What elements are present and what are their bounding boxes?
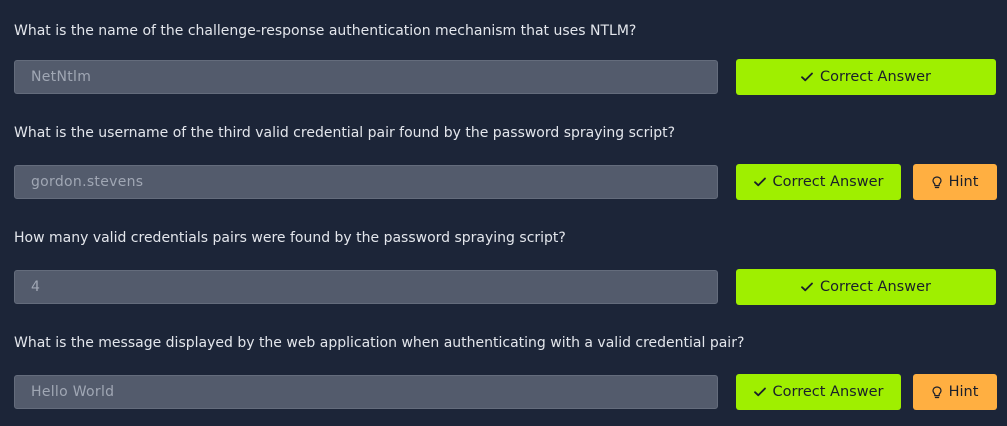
correct-answer-label: Correct Answer	[820, 69, 931, 85]
lightbulb-icon	[931, 385, 942, 399]
question-2-text: What is the username of the third valid …	[14, 125, 676, 141]
hint-button-4[interactable]: Hint	[913, 374, 997, 410]
correct-answer-label: Correct Answer	[820, 279, 931, 295]
question-3-text: How many valid credentials pairs were fo…	[14, 230, 566, 246]
correct-answer-button-4[interactable]: Correct Answer	[736, 374, 901, 410]
check-icon	[753, 387, 766, 397]
correct-answer-button-2[interactable]: Correct Answer	[736, 164, 901, 200]
correct-answer-label: Correct Answer	[772, 384, 884, 400]
question-4-text: What is the message displayed by the web…	[14, 335, 745, 351]
answer-field-3[interactable]: 4	[14, 270, 718, 304]
check-icon	[753, 177, 766, 187]
correct-answer-button-3[interactable]: Correct Answer	[736, 269, 996, 305]
hint-label: Hint	[948, 384, 979, 400]
hint-button-2[interactable]: Hint	[913, 164, 997, 200]
answer-field-4[interactable]: Hello World	[14, 375, 718, 409]
answer-field-2[interactable]: gordon.stevens	[14, 165, 718, 199]
lightbulb-icon	[931, 175, 942, 189]
correct-answer-label: Correct Answer	[772, 174, 884, 190]
check-icon	[801, 72, 813, 82]
answer-field-1[interactable]: NetNtlm	[14, 60, 718, 94]
check-icon	[801, 282, 813, 292]
correct-answer-button-1[interactable]: Correct Answer	[736, 59, 996, 95]
hint-label: Hint	[948, 174, 979, 190]
question-1-text: What is the name of the challenge-respon…	[14, 23, 637, 39]
